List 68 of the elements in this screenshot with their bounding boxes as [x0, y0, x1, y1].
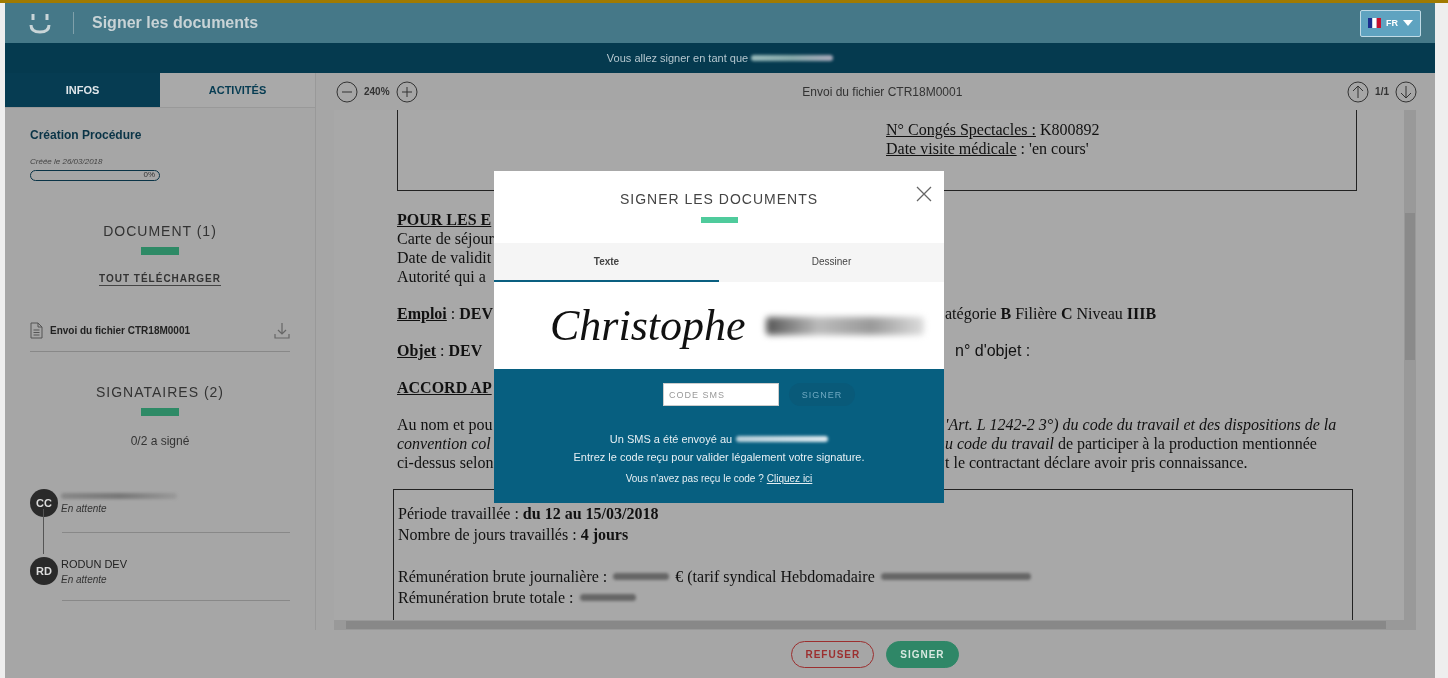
sidebar-tab[interactable]: INFOS [5, 73, 160, 108]
document-line: N° Congés Spectacles : K800892 [886, 120, 1101, 139]
document-line: convention col [397, 434, 492, 453]
creation-date: Créée le 26/03/2018 [30, 157, 104, 166]
sms-sent-text: Un SMS a été envoyé au [609, 433, 733, 445]
flag-icon [1368, 18, 1381, 28]
document-icon [30, 322, 43, 339]
document-line: Date visite médicale : 'en cours' [886, 139, 1090, 158]
page-title: Signer les documents [92, 14, 260, 32]
instruction-text: Entrez le code reçu pour valider légalement votre signature. [573, 451, 865, 463]
document-line: Carte de séjour [397, 229, 495, 248]
signatory-status: En attente [61, 573, 108, 585]
signature-text: Christophe [550, 300, 746, 351]
help-text: Vous n'avez pas reçu le code ? [625, 473, 764, 484]
document-line: Autorité qui a [397, 267, 487, 286]
document-line: u code du travail de participer à la production mentionnée [945, 434, 1318, 453]
language-dropdown[interactable]: FR [1360, 9, 1421, 37]
heading-underline [141, 408, 179, 416]
zoom-level: 240% [364, 86, 390, 97]
zoom-out-icon[interactable] [336, 80, 358, 103]
document-line: Rémunération brute totale : [398, 588, 574, 608]
signature-count: 0/2 a signé [129, 434, 191, 448]
page-counter: 1/1 [1375, 86, 1389, 97]
signer-text: Vous allez signer en tant que [606, 52, 749, 64]
signatory-status: En attente [61, 502, 108, 514]
document-line: Emploi : DEV [397, 304, 495, 323]
redaction-mark [613, 573, 670, 580]
download-all-link[interactable]: TOUT TÉLÉCHARGER [99, 273, 221, 286]
dialog-tab[interactable]: Texte [494, 243, 719, 282]
redaction-mark [579, 594, 636, 601]
scrollbar[interactable] [334, 620, 1416, 630]
document-line: t le contractant déclare avoir pris connaissance. [945, 453, 1249, 472]
progress-percent: 0% [143, 171, 155, 179]
section-heading: ACCORD AP [397, 378, 493, 397]
document-line: Objet : DEV [397, 341, 484, 360]
document-name[interactable]: Envoi du fichier CTR18M0001 [50, 325, 267, 336]
close-icon[interactable] [916, 186, 932, 202]
document-line: Date de validit [397, 248, 493, 267]
heading-underline [141, 247, 179, 255]
document-line: € (tarif syndical Hebdomadaire [675, 567, 875, 587]
sms-code-field[interactable]: CODE SMS [663, 383, 779, 406]
section-heading: DOCUMENT (1) [102, 223, 218, 239]
document-line: ci-dessus selon [397, 453, 495, 472]
scrollbar[interactable] [1404, 110, 1416, 620]
section-heading: SIGNATAIRES (2) [94, 384, 226, 400]
logo-icon [29, 12, 51, 34]
document-line: Nombre de jours travaillés : 4 jours [398, 525, 629, 545]
zoom-in-icon[interactable] [395, 80, 418, 103]
dialog-tab[interactable]: Dessiner [719, 243, 944, 282]
document-line: atégorie B Filière C Niveau IIIB [945, 304, 1158, 323]
document-title: Envoi du fichier CTR18M0001 [801, 84, 964, 99]
next-page-icon[interactable] [1395, 80, 1417, 103]
resend-link[interactable]: Cliquez ici [766, 473, 813, 484]
signatory-name: RODUN DEV [61, 557, 127, 570]
document-line: 'Art. L 1242-2 3°) du code du travail et des dispositions de la [945, 415, 1338, 434]
document-line: Période travaillée : du 12 au 15/03/2018 [398, 504, 659, 524]
section-heading: POUR LES E [397, 210, 493, 229]
previous-page-icon[interactable] [1347, 80, 1370, 103]
document-line: Rémunération brute journalière : [398, 567, 608, 587]
avatar: CC [30, 489, 58, 517]
procedure-title: Création Procédure [30, 128, 143, 142]
document-line: Au nom et pou [397, 415, 494, 434]
dialog-title: SIGNER LES DOCUMENTS [619, 191, 819, 207]
avatar: RD [30, 557, 58, 585]
sign-button[interactable]: SIGNER [886, 640, 959, 668]
caret-icon [1403, 20, 1413, 26]
title-underline [700, 217, 738, 223]
document-line: n° d'objet : [954, 341, 1032, 360]
